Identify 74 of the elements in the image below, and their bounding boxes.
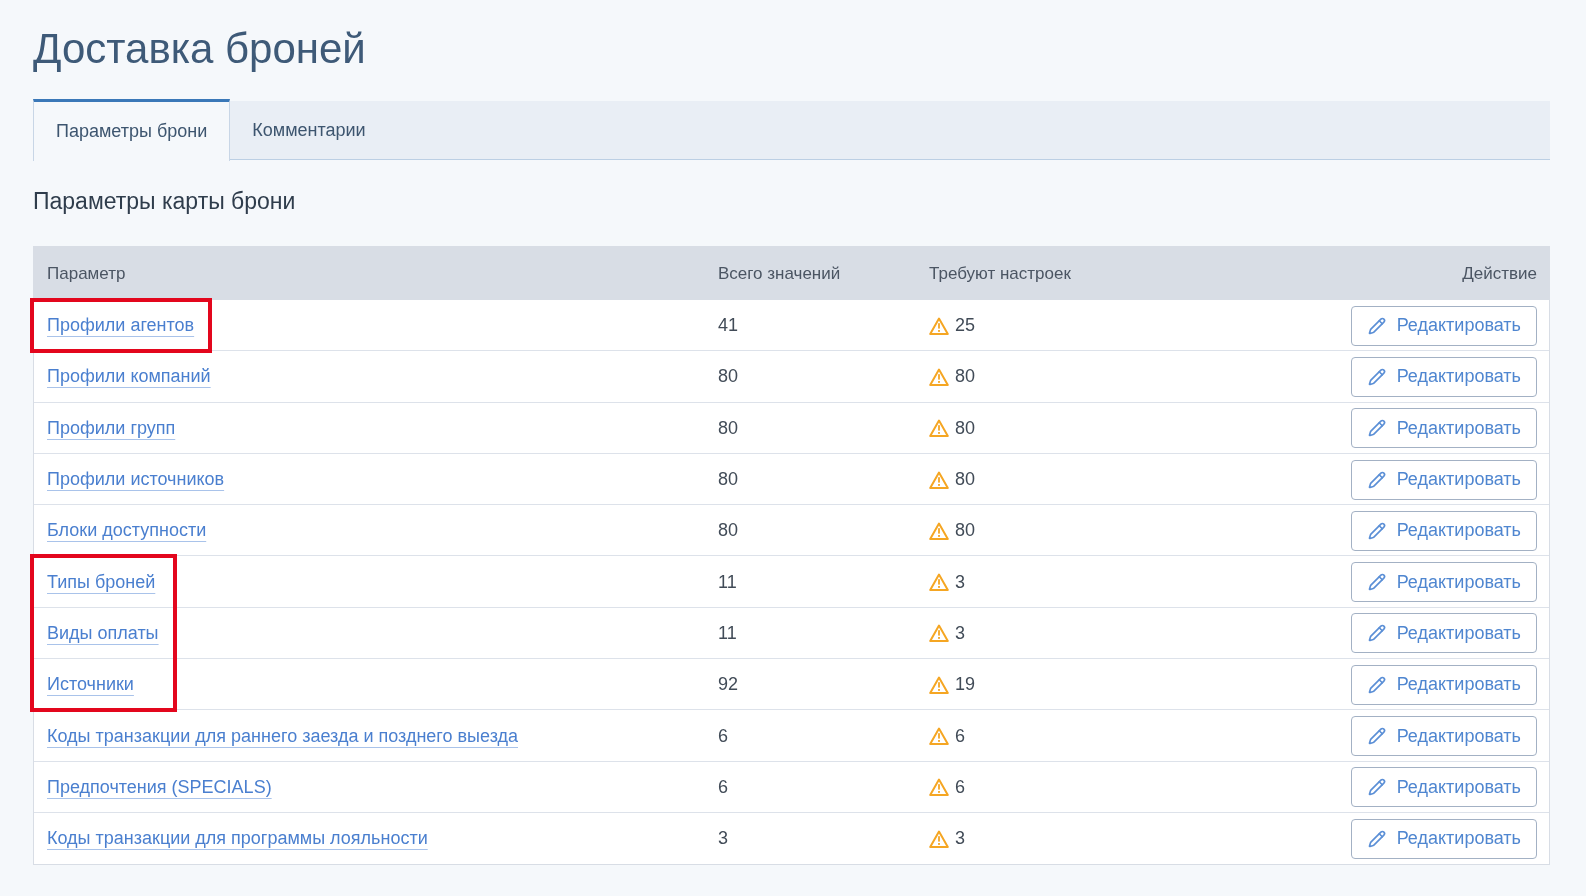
total-count: 6 (718, 724, 728, 748)
pencil-icon (1367, 624, 1386, 643)
warning-icon (929, 727, 949, 745)
pencil-icon (1367, 419, 1386, 438)
tab[interactable]: Комментарии (230, 101, 388, 159)
section-title: Параметры карты брони (33, 187, 296, 216)
parameter-link[interactable]: Профили компаний (47, 363, 211, 391)
warning-icon (929, 367, 949, 386)
parameter-link[interactable]: Профили источников (47, 466, 225, 494)
warning-icon (929, 675, 949, 694)
edit-button[interactable]: Редактировать (1350, 408, 1537, 449)
parameter-link[interactable]: Блоки доступности (47, 517, 207, 545)
total-count: 80 (718, 468, 739, 492)
parameter-link[interactable]: Коды транзакции для программы лояльности (47, 825, 428, 853)
pencil-icon (1367, 727, 1386, 745)
warning-icon (929, 573, 949, 592)
edit-button[interactable]: Редактировать (1350, 562, 1537, 603)
parameter-link[interactable]: Профили агентов (47, 312, 195, 340)
total-count: 80 (718, 416, 739, 440)
edit-button[interactable]: Редактировать (1350, 818, 1537, 859)
needs-setup-count: 80 (955, 519, 976, 543)
warning-icon (929, 521, 949, 540)
needs-setup-count: 3 (955, 621, 965, 645)
edit-button[interactable]: Редактировать (1350, 716, 1537, 756)
needs-setup-count: 6 (955, 724, 965, 748)
pencil-icon (1367, 367, 1386, 386)
pencil-icon (1367, 470, 1386, 489)
edit-button[interactable]: Редактировать (1350, 459, 1537, 500)
warning-icon (929, 829, 949, 848)
edit-button[interactable]: Редактировать (1350, 664, 1537, 705)
warning-icon (929, 419, 949, 438)
edit-button[interactable]: Редактировать (1350, 356, 1537, 397)
pencil-icon (1367, 675, 1386, 694)
warning-icon (929, 470, 949, 489)
pencil-icon (1367, 573, 1386, 592)
pencil-icon (1367, 829, 1386, 848)
edit-button[interactable]: Редактировать (1350, 767, 1537, 808)
total-count: 92 (718, 673, 739, 697)
parameter-link[interactable]: Типы броней (47, 568, 156, 596)
total-count: 80 (718, 365, 739, 389)
total-count: 11 (718, 621, 737, 645)
parameter-link[interactable]: Коды транзакции для раннего заезда и позднего выезда (47, 722, 518, 750)
total-count: 11 (718, 570, 737, 594)
pencil-icon (1367, 316, 1386, 335)
total-count: 3 (718, 827, 728, 851)
needs-setup-count: 6 (955, 775, 965, 799)
parameter-link[interactable]: Профили групп (47, 414, 176, 442)
needs-setup-count: 3 (955, 570, 965, 594)
tab[interactable]: Параметры брони (33, 99, 231, 161)
needs-setup-count: 80 (955, 468, 976, 492)
edit-button[interactable]: Редактировать (1350, 613, 1537, 654)
column-header: Действие (1462, 262, 1537, 285)
total-count: 6 (718, 775, 728, 799)
edit-button[interactable]: Редактировать (1350, 510, 1537, 551)
needs-setup-count: 80 (955, 416, 976, 440)
needs-setup-count: 80 (955, 365, 976, 389)
column-header: Требуют настроек (929, 263, 1071, 283)
page-title: Доставка броней (33, 24, 366, 74)
parameter-link[interactable]: Источники (47, 671, 134, 699)
pencil-icon (1367, 778, 1386, 797)
needs-setup-count: 25 (955, 314, 976, 338)
column-header: Параметр (47, 263, 126, 283)
pencil-icon (1367, 521, 1386, 540)
warning-icon (929, 624, 949, 643)
needs-setup-count: 3 (955, 827, 965, 851)
column-header: Всего значений (718, 263, 841, 283)
edit-button[interactable]: Редактировать (1350, 305, 1537, 346)
warning-icon (929, 778, 949, 797)
total-count: 41 (718, 314, 739, 338)
warning-icon (929, 316, 949, 335)
total-count: 80 (718, 519, 739, 543)
needs-setup-count: 19 (955, 673, 976, 697)
parameter-link[interactable]: Виды оплаты (47, 619, 159, 647)
parameter-link[interactable]: Предпочтения (SPECIALS) (47, 773, 272, 801)
